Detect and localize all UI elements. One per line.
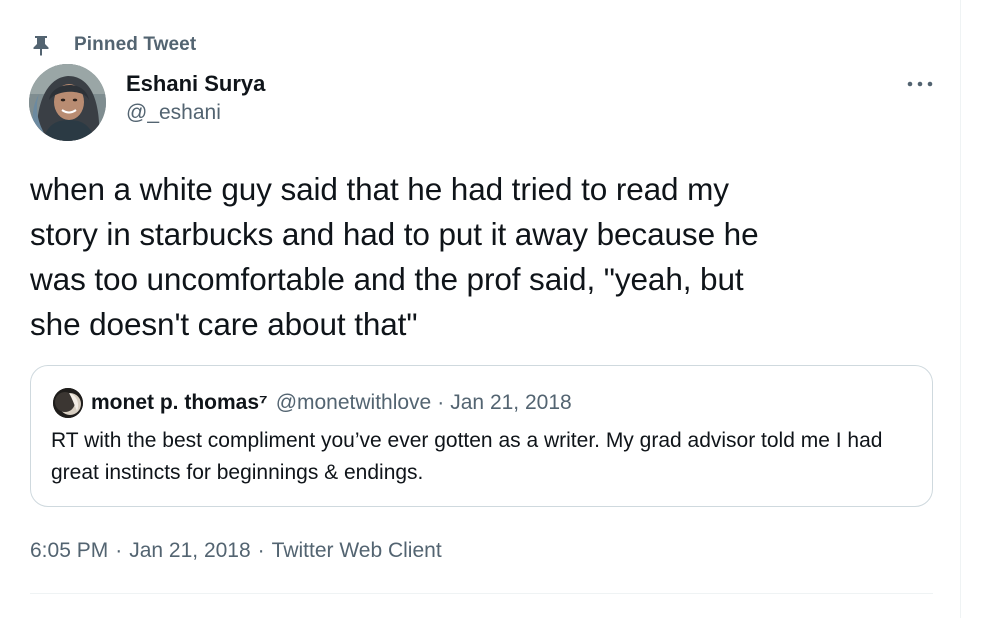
author-handle[interactable]: @_eshani — [126, 99, 265, 127]
avatar[interactable] — [29, 64, 106, 141]
tweet-text: when a white guy said that he had tried … — [30, 171, 759, 342]
author-name[interactable]: Eshani Surya — [126, 70, 265, 98]
quoted-avatar — [53, 388, 83, 418]
more-options-button[interactable] — [902, 72, 938, 96]
more-horizontal-icon — [905, 75, 935, 93]
quoted-separator: · — [437, 391, 445, 414]
quoted-tweet-header: monet p. thomas⁷ @monetwithlove · Jan 21… — [53, 388, 572, 418]
meta-separator: · — [115, 539, 123, 562]
tweet: Pinned Tweet Eshani Surya @_eshani when … — [0, 0, 960, 618]
quoted-tweet-card[interactable]: monet p. thomas⁷ @monetwithlove · Jan 21… — [30, 365, 933, 507]
author-info: Eshani Surya @_eshani — [126, 70, 265, 127]
quoted-author-name: monet p. thomas⁷ — [91, 391, 268, 414]
tweet-meta: 6:05 PM · Jan 21, 2018 · Twitter Web Cli… — [30, 536, 442, 566]
tweet-client[interactable]: Twitter Web Client — [272, 539, 442, 563]
pinned-tweet-indicator: Pinned Tweet — [30, 33, 196, 57]
quoted-tweet-text: RT with the best compliment you’ve ever … — [51, 429, 883, 484]
meta-separator-2: · — [257, 539, 265, 562]
tweet-time[interactable]: 6:05 PM — [30, 539, 108, 563]
pinned-tweet-label: Pinned Tweet — [74, 34, 197, 55]
quoted-author-handle: @monetwithlove — [275, 391, 432, 414]
pin-icon — [30, 34, 52, 56]
quoted-date: Jan 21, 2018 — [450, 391, 572, 414]
tweet-date[interactable]: Jan 21, 2018 — [129, 539, 250, 563]
column-border — [960, 0, 961, 618]
divider — [30, 593, 933, 594]
